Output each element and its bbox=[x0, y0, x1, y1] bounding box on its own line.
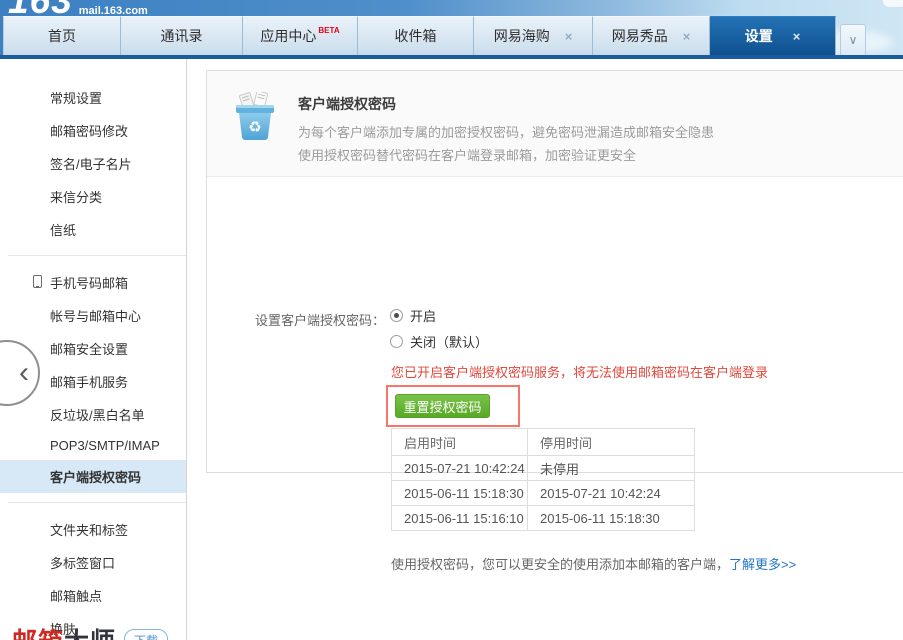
chevron-down-icon: ∨ bbox=[848, 33, 858, 47]
settings-sidebar: 常规设置 邮箱密码修改 签名/电子名片 来信分类 信纸 手机号码邮箱 帐号与邮箱… bbox=[0, 59, 187, 640]
sidebar-item-stationery[interactable]: 信纸 bbox=[0, 213, 186, 246]
sidebar-item-label: 手机号码邮箱 bbox=[50, 276, 129, 291]
tab-app-center[interactable]: 应用中心 BETA bbox=[243, 16, 358, 55]
chevron-left-icon: ‹ bbox=[19, 356, 29, 389]
close-icon[interactable]: × bbox=[793, 29, 801, 44]
sidebar-item-label: 邮箱密码修改 bbox=[50, 124, 129, 139]
radio-off-icon[interactable] bbox=[390, 335, 403, 348]
tab-bar: 首页 通讯录 应用中心 BETA 收件箱 网易海购 × 网易秀品 × 设置 × … bbox=[3, 16, 866, 55]
tab-home[interactable]: 首页 bbox=[3, 16, 121, 55]
sidebar-item-label: 反垃圾/黑白名单 bbox=[50, 408, 145, 423]
tab-haigou[interactable]: 网易海购 × bbox=[474, 16, 593, 55]
table-row: 2015-06-11 15:18:30 2015-07-21 10:42:24 bbox=[391, 480, 695, 506]
column-header-disable-time: 停用时间 bbox=[527, 428, 695, 456]
sidebar-item-label: 多标签窗口 bbox=[50, 556, 116, 571]
sidebar-item-folders-tags[interactable]: 文件夹和标签 bbox=[0, 513, 186, 546]
cell-enable-time: 2015-06-11 15:16:10 bbox=[391, 505, 528, 531]
sidebar-item-label: 客户端授权密码 bbox=[50, 470, 142, 485]
radio-on-label: 开启 bbox=[410, 309, 437, 324]
sidebar-item-label: 常规设置 bbox=[50, 91, 103, 106]
table-header-row: 启用时间 停用时间 bbox=[391, 428, 695, 456]
sidebar-item-account-center[interactable]: 帐号与邮箱中心 bbox=[0, 299, 186, 332]
sidebar-item-mobile-mailbox[interactable]: 手机号码邮箱 bbox=[0, 266, 186, 299]
radio-off-label: 关闭（默认） bbox=[410, 335, 489, 350]
set-password-label: 设置客户端授权密码： bbox=[255, 313, 386, 328]
mail-master-promo[interactable]: 邮箱 大师 下载 bbox=[12, 622, 169, 640]
corner-pill-decoration bbox=[882, 0, 903, 8]
sidebar-item-mail-classify[interactable]: 来信分类 bbox=[0, 180, 186, 213]
sidebar-item-signature[interactable]: 签名/电子名片 bbox=[0, 147, 186, 180]
sidebar-item-client-auth-password[interactable]: 客户端授权密码 bbox=[0, 460, 186, 493]
radio-option-off[interactable]: 关闭（默认） bbox=[390, 332, 488, 351]
footer-note-text: 使用授权密码，您可以更安全的使用添加本邮箱的客户端， bbox=[391, 557, 730, 572]
sidebar-item-antispam[interactable]: 反垃圾/黑白名单 bbox=[0, 398, 186, 431]
tab-label: 首页 bbox=[48, 28, 76, 44]
table-row: 2015-06-11 15:16:10 2015-06-11 15:18:30 bbox=[391, 505, 695, 531]
sidebar-item-label: 帐号与邮箱中心 bbox=[50, 309, 142, 324]
cell-enable-time: 2015-07-21 10:42:24 bbox=[391, 455, 528, 481]
tab-inbox[interactable]: 收件箱 bbox=[358, 16, 474, 55]
radio-option-on[interactable]: 开启 bbox=[390, 306, 436, 325]
auth-history-table: 启用时间 停用时间 2015-07-21 10:42:24 未停用 2015-0… bbox=[391, 428, 695, 531]
client-auth-password-panel: ♻ 客户端授权密码 为每个客户端添加专属的加密授权密码，避免密码泄漏造成邮箱安全… bbox=[206, 70, 903, 572]
download-button[interactable]: 下载 bbox=[124, 628, 169, 640]
top-banner: 163 mail.163.com 首页 通讯录 应用中心 BETA 收件箱 网易… bbox=[0, 0, 903, 59]
tab-label: 网易海购 bbox=[493, 28, 550, 44]
sidebar-item-label: 信纸 bbox=[50, 223, 77, 238]
sidebar-item-label: 签名/电子名片 bbox=[50, 157, 132, 172]
tab-settings[interactable]: 设置 × bbox=[710, 16, 836, 55]
beta-badge: BETA bbox=[318, 25, 340, 35]
sidebar-item-multitab-window[interactable]: 多标签窗口 bbox=[0, 546, 186, 579]
sidebar-item-label: POP3/SMTP/IMAP bbox=[50, 438, 160, 453]
promo-brand-dark: 大师 bbox=[64, 622, 116, 640]
sidebar-item-label: 邮箱手机服务 bbox=[50, 375, 129, 390]
tab-label: 收件箱 bbox=[394, 28, 437, 44]
sidebar-item-label: 来信分类 bbox=[50, 190, 103, 205]
tab-label: 网易秀品 bbox=[611, 28, 668, 44]
sidebar-item-label: 邮箱安全设置 bbox=[50, 342, 129, 357]
panel-description: 为每个客户端添加专属的加密授权密码，避免密码泄漏造成邮箱安全隐患 使用授权密码替… bbox=[298, 121, 714, 167]
tab-label: 通讯录 bbox=[160, 28, 203, 44]
close-icon[interactable]: × bbox=[683, 29, 691, 44]
shredder-bin-icon: ♻ bbox=[233, 90, 277, 142]
sidebar-item-password-change[interactable]: 邮箱密码修改 bbox=[0, 114, 186, 147]
sidebar-item-label: 文件夹和标签 bbox=[50, 523, 129, 538]
tab-xiupin[interactable]: 网易秀品 × bbox=[593, 16, 710, 55]
description-line-2: 使用授权密码替代密码在客户端登录邮箱，加密验证更安全 bbox=[298, 148, 637, 163]
promo-brand-red: 邮箱 bbox=[12, 622, 64, 640]
sidebar-item-mail-touch[interactable]: 邮箱触点 bbox=[0, 579, 186, 612]
footer-note: 使用授权密码，您可以更安全的使用添加本邮箱的客户端，了解更多>> bbox=[391, 554, 796, 573]
cell-disable-time: 2015-06-11 15:18:30 bbox=[527, 505, 695, 531]
warning-text: 您已开启客户端授权密码服务，将无法使用邮箱密码在客户端登录 bbox=[391, 365, 769, 380]
panel-header: ♻ 客户端授权密码 为每个客户端添加专属的加密授权密码，避免密码泄漏造成邮箱安全… bbox=[207, 71, 903, 177]
tab-label: 设置 bbox=[744, 28, 773, 44]
cell-enable-time: 2015-06-11 15:18:30 bbox=[391, 480, 528, 506]
description-line-1: 为每个客户端添加专属的加密授权密码，避免密码泄漏造成邮箱安全隐患 bbox=[298, 125, 715, 140]
panel-body: 设置客户端授权密码： 开启 关闭（默认） 您已开启客户端授权密码服务，将无法使用… bbox=[207, 177, 903, 572]
table-row: 2015-07-21 10:42:24 未停用 bbox=[391, 455, 695, 481]
close-icon[interactable]: × bbox=[565, 29, 573, 44]
learn-more-link[interactable]: 了解更多>> bbox=[729, 557, 796, 572]
reset-auth-password-button[interactable]: 重置授权密码 bbox=[395, 394, 490, 418]
tab-overflow-button[interactable]: ∨ bbox=[840, 24, 866, 55]
sidebar-divider bbox=[8, 255, 186, 256]
recycle-icon: ♻ bbox=[248, 119, 261, 136]
column-header-enable-time: 启用时间 bbox=[391, 428, 528, 456]
sidebar-divider bbox=[8, 502, 186, 503]
tab-label: 应用中心 bbox=[260, 28, 317, 44]
tab-contacts[interactable]: 通讯录 bbox=[121, 16, 243, 55]
sidebar-item-pop3-smtp-imap[interactable]: POP3/SMTP/IMAP bbox=[0, 431, 186, 460]
settings-main-area: ♻ 客户端授权密码 为每个客户端添加专属的加密授权密码，避免密码泄漏造成邮箱安全… bbox=[187, 59, 903, 640]
cell-disable-time: 未停用 bbox=[527, 455, 695, 481]
sidebar-item-general[interactable]: 常规设置 bbox=[0, 81, 186, 114]
sidebar-item-label: 邮箱触点 bbox=[50, 589, 103, 604]
panel-title: 客户端授权密码 bbox=[298, 96, 396, 112]
cell-disable-time: 2015-07-21 10:42:24 bbox=[527, 480, 695, 506]
radio-on-icon[interactable] bbox=[390, 309, 403, 322]
phone-icon bbox=[33, 275, 42, 288]
